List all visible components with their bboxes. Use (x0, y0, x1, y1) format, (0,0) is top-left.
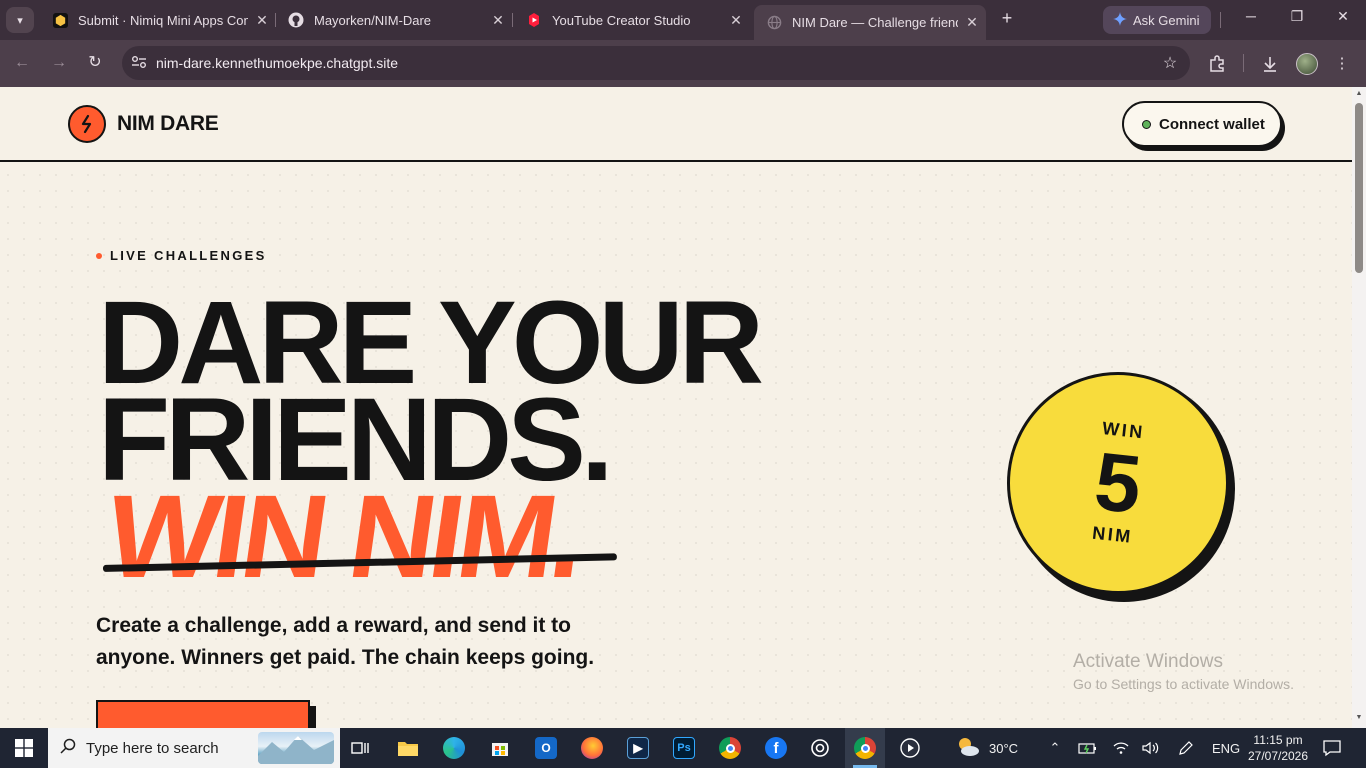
minimize-icon[interactable]: ─ (1228, 8, 1274, 32)
forward-arrow-icon[interactable]: → (47, 52, 71, 76)
chatgpt-icon[interactable] (800, 728, 840, 768)
scroll-down-arrow-icon[interactable]: ▼ (1354, 714, 1364, 721)
live-dot-icon (96, 252, 102, 259)
github-icon (288, 12, 304, 28)
url-text[interactable]: nim-dare.kennethumoekpe.chatgpt.site (156, 55, 1150, 71)
tab-divider (512, 13, 513, 27)
brand-name[interactable]: NIM DARE (117, 112, 219, 136)
watermark-subtitle: Go to Settings to activate Windows. (1073, 676, 1294, 692)
clock-date: 27/07/2026 (1247, 749, 1309, 763)
headline-line-3: WIN NIM. (99, 471, 589, 603)
toolbar-divider (1243, 54, 1244, 72)
profile-avatar[interactable] (1296, 53, 1318, 75)
photoshop-icon[interactable]: Ps (664, 728, 704, 768)
close-window-icon[interactable]: ✕ (1320, 8, 1366, 32)
tab-nim-dare[interactable]: NIM Dare — Challenge friends. ✕ (754, 5, 986, 40)
coin-label-bottom: NIM (1091, 522, 1134, 547)
media-player-icon[interactable] (890, 728, 930, 768)
watermark-title: Activate Windows (1073, 651, 1223, 672)
close-icon[interactable]: ✕ (958, 14, 986, 31)
chrome-profile-icon[interactable] (845, 728, 885, 768)
live-challenges-eyebrow: LIVE CHALLENGES (96, 248, 267, 263)
close-icon[interactable]: ✕ (722, 12, 750, 29)
taskbar-search-box[interactable]: Type here to search (48, 728, 340, 768)
primary-cta-button[interactable] (96, 700, 310, 728)
tab-nimiq-submit[interactable]: Submit · Nimiq Mini Apps Comp ✕ (40, 5, 276, 35)
tab-title: NIM Dare — Challenge friends. (792, 15, 958, 30)
tab-title: Mayorken/NIM-Dare (314, 12, 432, 28)
gemini-sparkle-icon (1113, 11, 1127, 29)
weather-temperature: 30°C (989, 740, 1019, 756)
search-icon (60, 738, 76, 758)
connect-wallet-button[interactable]: Connect wallet (1122, 101, 1282, 147)
video-editor-icon[interactable]: ▶ (618, 728, 658, 768)
ask-gemini-button[interactable]: Ask Gemini (1103, 6, 1211, 34)
language-indicator[interactable]: ENG (1212, 728, 1240, 768)
clock-time: 11:15 pm (1253, 733, 1303, 747)
back-arrow-icon[interactable]: ← (10, 52, 34, 76)
eyebrow-text: LIVE CHALLENGES (110, 248, 267, 263)
coin-amount: 5 (1090, 435, 1146, 532)
windows-start-icon[interactable] (0, 728, 48, 768)
extensions-icon[interactable] (1205, 52, 1229, 76)
lightning-bolt-icon[interactable] (68, 105, 106, 143)
globe-icon (766, 15, 782, 31)
site-header: NIM DARE Connect wallet (0, 87, 1352, 162)
browser-toolbar: ← → ↻ nim-dare.kennethumoekpe.chatgpt.si… (0, 40, 1366, 87)
wifi-icon[interactable] (1112, 728, 1130, 768)
partly-cloudy-icon (955, 736, 981, 761)
tab-github-repo[interactable]: Mayorken/NIM-Dare ✕ (276, 5, 512, 35)
pen-workspace-icon[interactable] (1177, 728, 1195, 768)
page-scrollbar[interactable]: ▲ ▼ (1352, 87, 1366, 728)
edge-icon[interactable] (434, 728, 474, 768)
restore-icon[interactable]: ❐ (1274, 8, 1320, 32)
hero-subtitle: Create a challenge, add a reward, and se… (96, 614, 595, 669)
windows-taskbar: Type here to search O ▶ Ps f 30°C ⌃ ENG … (0, 728, 1366, 768)
show-hidden-icons-chevron-icon[interactable]: ⌃ (1047, 728, 1063, 768)
toolbar-divider (1220, 12, 1221, 28)
notifications-icon[interactable] (1322, 728, 1342, 768)
reward-coin-badge: WIN 5 NIM (996, 361, 1240, 605)
scroll-up-arrow-icon[interactable]: ▲ (1354, 90, 1364, 97)
reload-icon[interactable]: ↻ (83, 52, 107, 76)
firefox-icon[interactable] (572, 728, 612, 768)
chrome-icon[interactable] (710, 728, 750, 768)
close-icon[interactable]: ✕ (484, 12, 512, 29)
tab-title: Submit · Nimiq Mini Apps Comp (78, 12, 248, 28)
facebook-icon[interactable]: f (756, 728, 796, 768)
address-bar[interactable]: nim-dare.kennethumoekpe.chatgpt.site ☆ (122, 46, 1190, 80)
status-dot-icon (1142, 119, 1151, 129)
task-view-icon[interactable] (340, 728, 380, 768)
page-viewport: NIM DARE Connect wallet LIVE CHALLENGES … (0, 87, 1352, 728)
ask-gemini-label: Ask Gemini (1133, 12, 1200, 28)
nimiq-hexagon-icon (52, 12, 68, 28)
close-icon[interactable]: ✕ (248, 12, 276, 29)
youtube-studio-icon (526, 12, 542, 28)
connect-wallet-label: Connect wallet (1159, 115, 1265, 133)
system-clock[interactable]: 11:15 pm 27/07/2026 (1244, 732, 1312, 764)
browser-tab-strip: ▾ Submit · Nimiq Mini Apps Comp ✕ Mayork… (0, 0, 1366, 40)
new-tab-button[interactable]: + (996, 8, 1018, 32)
tab-search-button[interactable]: ▾ (6, 7, 34, 33)
activate-windows-watermark: Activate Windows Go to Settings to activ… (1073, 651, 1294, 692)
scroll-thumb[interactable] (1355, 103, 1363, 273)
bookmark-star-icon[interactable]: ☆ (1150, 53, 1190, 73)
download-icon[interactable] (1258, 52, 1282, 76)
microsoft-store-icon[interactable] (480, 728, 520, 768)
site-info-icon[interactable] (122, 55, 156, 72)
tab-youtube-studio[interactable]: YouTube Creator Studio ✕ (514, 5, 750, 35)
volume-icon[interactable] (1141, 728, 1161, 768)
search-placeholder: Type here to search (86, 739, 219, 757)
weather-widget[interactable]: 30°C (955, 728, 1018, 768)
search-highlight-image (258, 732, 334, 764)
outlook-icon[interactable]: O (526, 728, 566, 768)
file-explorer-icon[interactable] (388, 728, 428, 768)
more-menu-icon[interactable]: ⋮ (1330, 52, 1354, 76)
battery-charging-icon[interactable] (1078, 728, 1098, 768)
tab-title: YouTube Creator Studio (552, 12, 691, 28)
